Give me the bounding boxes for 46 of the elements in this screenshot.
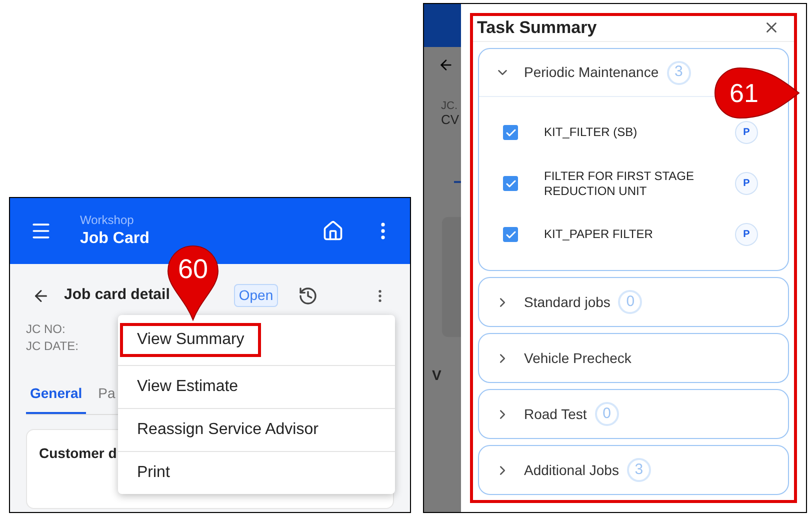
check-icon	[504, 126, 516, 138]
section-title: Periodic Maintenance	[524, 63, 659, 82]
section-header[interactable]: Standard jobs 0	[479, 278, 788, 326]
checkbox[interactable]	[503, 176, 518, 191]
field-label: JC NO:	[26, 321, 66, 338]
task-label: FILTER FOR FIRST STAGE REDUCTION UNIT	[544, 168, 696, 198]
tab[interactable]: General	[26, 383, 86, 414]
section-header[interactable]: Additional Jobs 3	[479, 446, 788, 494]
section-title: Additional Jobs	[524, 460, 619, 480]
history-icon[interactable]	[298, 286, 318, 306]
background-text: V	[432, 366, 442, 385]
menu-item[interactable]: Print	[120, 461, 187, 485]
task-label: KIT_PAPER FILTER	[544, 227, 654, 242]
menu-item[interactable]: View Summary	[120, 323, 262, 357]
header-title: Job Card	[80, 229, 150, 249]
back-icon	[438, 57, 454, 73]
tab[interactable]: Pa	[96, 383, 118, 414]
menu-item[interactable]: View Estimate	[120, 375, 256, 399]
count-badge: 0	[594, 402, 619, 426]
check-icon	[504, 228, 516, 240]
background-text: JC.	[441, 99, 458, 113]
count-badge: 3	[626, 458, 651, 482]
callout-marker: 61	[713, 66, 801, 120]
section-header[interactable]: Vehicle Precheck	[479, 334, 788, 382]
background-text: CV	[441, 113, 460, 127]
section-header[interactable]: Road Test 0	[479, 390, 788, 438]
status-badge: P	[735, 223, 758, 246]
status-badge: Open	[234, 284, 278, 307]
status-badge: P	[735, 172, 758, 195]
count-badge: 0	[618, 290, 642, 314]
dialog-title: Task Summary	[477, 16, 597, 39]
app-header	[424, 4, 461, 47]
status-badge: P	[735, 121, 758, 144]
header-subtitle: Workshop	[80, 212, 135, 228]
checkbox[interactable]	[503, 125, 518, 140]
section-title: Vehicle Precheck	[524, 348, 632, 368]
check-icon	[504, 178, 516, 190]
checkbox[interactable]	[503, 227, 518, 242]
field-label: JC DATE:	[26, 338, 78, 355]
count-badge: 3	[666, 60, 691, 84]
menu-item[interactable]: Reassign Service Advisor	[120, 418, 336, 442]
card-title: Customer d	[39, 445, 117, 461]
task-label: KIT_FILTER (SB)	[544, 125, 638, 140]
section-title: Road Test	[524, 404, 587, 424]
home-icon[interactable]	[322, 220, 344, 242]
section-title: Standard jobs	[524, 292, 610, 312]
